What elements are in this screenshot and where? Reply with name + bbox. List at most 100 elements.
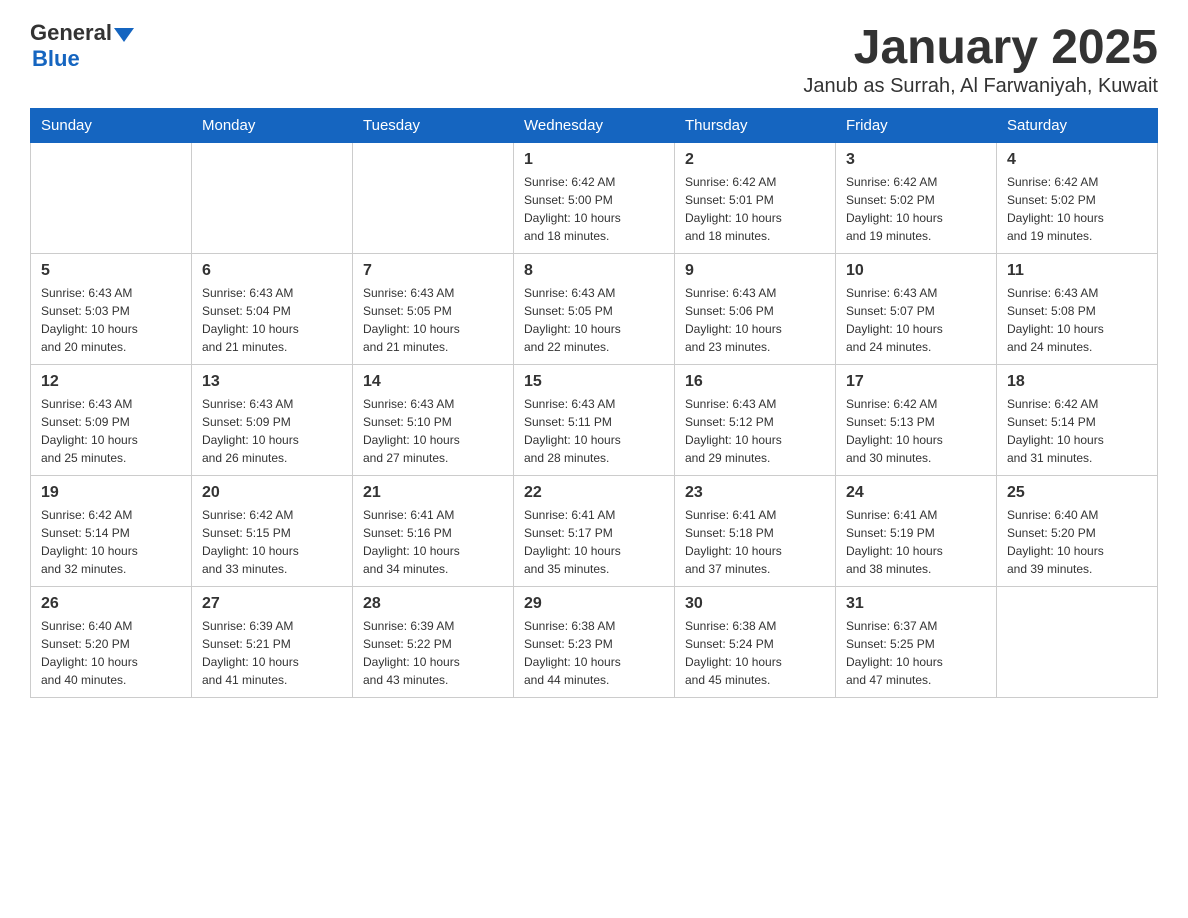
day-number: 28 xyxy=(363,595,503,613)
calendar-cell: 27 Sunrise: 6:39 AM Sunset: 5:21 PM Dayli… xyxy=(192,587,353,698)
day-number: 26 xyxy=(41,595,181,613)
day-number: 14 xyxy=(363,373,503,391)
day-number: 12 xyxy=(41,373,181,391)
day-number: 5 xyxy=(41,262,181,280)
day-info: Sunrise: 6:38 AM Sunset: 5:24 PM Dayligh… xyxy=(685,617,825,689)
day-number: 24 xyxy=(846,484,986,502)
day-number: 10 xyxy=(846,262,986,280)
day-info: Sunrise: 6:42 AM Sunset: 5:15 PM Dayligh… xyxy=(202,506,342,578)
calendar-cell: 23 Sunrise: 6:41 AM Sunset: 5:18 PM Dayli… xyxy=(675,476,836,587)
day-info: Sunrise: 6:39 AM Sunset: 5:22 PM Dayligh… xyxy=(363,617,503,689)
day-info: Sunrise: 6:41 AM Sunset: 5:16 PM Dayligh… xyxy=(363,506,503,578)
calendar-day-header: Friday xyxy=(836,109,997,143)
day-number: 23 xyxy=(685,484,825,502)
day-number: 20 xyxy=(202,484,342,502)
calendar-cell: 8Sunrise: 6:43 AM Sunset: 5:05 PM Daylig… xyxy=(514,254,675,365)
calendar-cell: 5Sunrise: 6:43 AM Sunset: 5:03 PM Daylig… xyxy=(31,254,192,365)
calendar-week-row: 19 Sunrise: 6:42 AM Sunset: 5:14 PM Dayli… xyxy=(31,476,1158,587)
day-info: Sunrise: 6:40 AM Sunset: 5:20 PM Dayligh… xyxy=(41,617,181,689)
calendar-day-header: Wednesday xyxy=(514,109,675,143)
day-info: Sunrise: 6:38 AM Sunset: 5:23 PM Dayligh… xyxy=(524,617,664,689)
logo: General Blue xyxy=(30,20,134,72)
calendar-cell xyxy=(192,143,353,254)
logo-blue-text: Blue xyxy=(32,46,80,72)
day-number: 21 xyxy=(363,484,503,502)
calendar-cell: 24 Sunrise: 6:41 AM Sunset: 5:19 PM Dayli… xyxy=(836,476,997,587)
calendar-week-row: 1 Sunrise: 6:42 AM Sunset: 5:00 PM Daylig… xyxy=(31,143,1158,254)
day-info: Sunrise: 6:42 AM Sunset: 5:14 PM Dayligh… xyxy=(41,506,181,578)
calendar-day-header: Sunday xyxy=(31,109,192,143)
calendar-cell xyxy=(31,143,192,254)
day-number: 1 xyxy=(524,151,664,169)
day-info: Sunrise: 6:43 AM Sunset: 5:10 PM Dayligh… xyxy=(363,395,503,467)
day-info: Sunrise: 6:42 AM Sunset: 5:13 PM Dayligh… xyxy=(846,395,986,467)
calendar-cell: 25Sunrise: 6:40 AM Sunset: 5:20 PM Dayli… xyxy=(997,476,1158,587)
page-header: General Blue January 2025 Janub as Surra… xyxy=(30,20,1158,98)
calendar-cell: 29 Sunrise: 6:38 AM Sunset: 5:23 PM Dayli… xyxy=(514,587,675,698)
title-section: January 2025 Janub as Surrah, Al Farwani… xyxy=(803,20,1158,98)
day-number: 2 xyxy=(685,151,825,169)
calendar-week-row: 12 Sunrise: 6:43 AM Sunset: 5:09 PM Dayli… xyxy=(31,365,1158,476)
day-number: 9 xyxy=(685,262,825,280)
calendar-day-header: Monday xyxy=(192,109,353,143)
calendar-cell: 17 Sunrise: 6:42 AM Sunset: 5:13 PM Dayli… xyxy=(836,365,997,476)
day-number: 13 xyxy=(202,373,342,391)
day-info: Sunrise: 6:43 AM Sunset: 5:06 PM Dayligh… xyxy=(685,284,825,356)
day-number: 16 xyxy=(685,373,825,391)
day-info: Sunrise: 6:41 AM Sunset: 5:17 PM Dayligh… xyxy=(524,506,664,578)
day-info: Sunrise: 6:42 AM Sunset: 5:02 PM Dayligh… xyxy=(846,173,986,245)
month-year-title: January 2025 xyxy=(803,20,1158,75)
calendar-cell: 22 Sunrise: 6:41 AM Sunset: 5:17 PM Dayli… xyxy=(514,476,675,587)
calendar-cell: 19 Sunrise: 6:42 AM Sunset: 5:14 PM Dayli… xyxy=(31,476,192,587)
day-info: Sunrise: 6:43 AM Sunset: 5:05 PM Dayligh… xyxy=(363,284,503,356)
day-info: Sunrise: 6:42 AM Sunset: 5:01 PM Dayligh… xyxy=(685,173,825,245)
day-number: 18 xyxy=(1007,373,1147,391)
day-number: 27 xyxy=(202,595,342,613)
calendar-cell xyxy=(997,587,1158,698)
day-number: 6 xyxy=(202,262,342,280)
day-info: Sunrise: 6:37 AM Sunset: 5:25 PM Dayligh… xyxy=(846,617,986,689)
calendar-cell: 31Sunrise: 6:37 AM Sunset: 5:25 PM Dayli… xyxy=(836,587,997,698)
logo-general-text: General xyxy=(30,20,112,46)
calendar-cell: 13 Sunrise: 6:43 AM Sunset: 5:09 PM Dayli… xyxy=(192,365,353,476)
calendar-cell: 6 Sunrise: 6:43 AM Sunset: 5:04 PM Daylig… xyxy=(192,254,353,365)
calendar-day-header: Saturday xyxy=(997,109,1158,143)
day-info: Sunrise: 6:43 AM Sunset: 5:04 PM Dayligh… xyxy=(202,284,342,356)
calendar-cell: 28 Sunrise: 6:39 AM Sunset: 5:22 PM Dayli… xyxy=(353,587,514,698)
calendar-week-row: 5Sunrise: 6:43 AM Sunset: 5:03 PM Daylig… xyxy=(31,254,1158,365)
calendar-cell: 11 Sunrise: 6:43 AM Sunset: 5:08 PM Dayli… xyxy=(997,254,1158,365)
day-info: Sunrise: 6:40 AM Sunset: 5:20 PM Dayligh… xyxy=(1007,506,1147,578)
day-number: 22 xyxy=(524,484,664,502)
day-info: Sunrise: 6:43 AM Sunset: 5:08 PM Dayligh… xyxy=(1007,284,1147,356)
day-info: Sunrise: 6:43 AM Sunset: 5:11 PM Dayligh… xyxy=(524,395,664,467)
calendar-cell: 30 Sunrise: 6:38 AM Sunset: 5:24 PM Dayli… xyxy=(675,587,836,698)
day-info: Sunrise: 6:43 AM Sunset: 5:12 PM Dayligh… xyxy=(685,395,825,467)
calendar-cell: 21 Sunrise: 6:41 AM Sunset: 5:16 PM Dayli… xyxy=(353,476,514,587)
calendar-cell: 16 Sunrise: 6:43 AM Sunset: 5:12 PM Dayli… xyxy=(675,365,836,476)
day-number: 8 xyxy=(524,262,664,280)
day-number: 17 xyxy=(846,373,986,391)
calendar-cell: 12Sunrise: 6:43 AM Sunset: 5:09 PM Dayli… xyxy=(31,365,192,476)
day-info: Sunrise: 6:42 AM Sunset: 5:02 PM Dayligh… xyxy=(1007,173,1147,245)
calendar-cell: 18Sunrise: 6:42 AM Sunset: 5:14 PM Dayli… xyxy=(997,365,1158,476)
calendar-cell: 1 Sunrise: 6:42 AM Sunset: 5:00 PM Daylig… xyxy=(514,143,675,254)
calendar-cell: 4 Sunrise: 6:42 AM Sunset: 5:02 PM Daylig… xyxy=(997,143,1158,254)
day-info: Sunrise: 6:43 AM Sunset: 5:09 PM Dayligh… xyxy=(202,395,342,467)
day-info: Sunrise: 6:42 AM Sunset: 5:00 PM Dayligh… xyxy=(524,173,664,245)
day-info: Sunrise: 6:41 AM Sunset: 5:18 PM Dayligh… xyxy=(685,506,825,578)
calendar-cell: 9 Sunrise: 6:43 AM Sunset: 5:06 PM Daylig… xyxy=(675,254,836,365)
calendar-cell: 7Sunrise: 6:43 AM Sunset: 5:05 PM Daylig… xyxy=(353,254,514,365)
day-info: Sunrise: 6:41 AM Sunset: 5:19 PM Dayligh… xyxy=(846,506,986,578)
day-number: 29 xyxy=(524,595,664,613)
day-number: 4 xyxy=(1007,151,1147,169)
calendar-cell: 20 Sunrise: 6:42 AM Sunset: 5:15 PM Dayli… xyxy=(192,476,353,587)
calendar-cell: 2 Sunrise: 6:42 AM Sunset: 5:01 PM Daylig… xyxy=(675,143,836,254)
day-info: Sunrise: 6:39 AM Sunset: 5:21 PM Dayligh… xyxy=(202,617,342,689)
location-subtitle: Janub as Surrah, Al Farwaniyah, Kuwait xyxy=(803,75,1158,98)
day-number: 11 xyxy=(1007,262,1147,280)
calendar-cell: 3Sunrise: 6:42 AM Sunset: 5:02 PM Daylig… xyxy=(836,143,997,254)
calendar-cell xyxy=(353,143,514,254)
calendar-table: SundayMondayTuesdayWednesdayThursdayFrid… xyxy=(30,108,1158,698)
day-number: 19 xyxy=(41,484,181,502)
day-number: 30 xyxy=(685,595,825,613)
